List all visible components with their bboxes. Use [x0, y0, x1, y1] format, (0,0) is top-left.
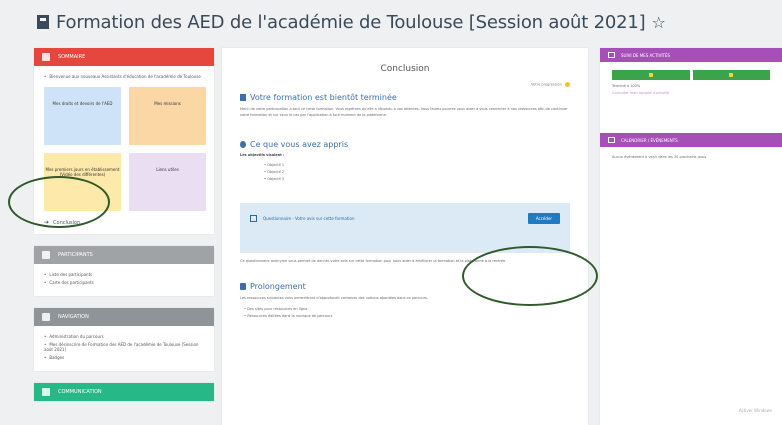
survey-label: Questionnaire - Votre avis sur cette for…	[263, 215, 355, 221]
completion-label: Terminé à 100%	[612, 84, 641, 88]
extension-item[interactable]: Des sites pour ressources en ligne	[244, 307, 570, 311]
participants-header-label: Participants	[58, 252, 93, 258]
calendar-icon	[608, 137, 615, 143]
heading-extension-label: Prolongement	[250, 282, 306, 291]
summary-icon	[42, 53, 50, 61]
left-column: Sommaire Bienvenue aux nouveaux Assistan…	[34, 48, 214, 425]
completion-segment	[692, 70, 770, 80]
extension-icon	[240, 283, 246, 290]
annotation-oval-conclusion	[8, 176, 110, 228]
extension-item[interactable]: Ressources éditées dans la rubrique de p…	[244, 314, 570, 318]
activity-header-label: Suivi de mes activités	[621, 52, 671, 58]
objective-item: Objectif 3	[264, 177, 570, 181]
chat-icon	[42, 388, 50, 396]
page-title: Formation des AED de l'académie de Toulo…	[56, 11, 646, 33]
star-icon[interactable]: ☆	[651, 13, 665, 32]
nav-unenrol-link[interactable]: Mes désinscrire de Formation des AED de …	[44, 342, 206, 352]
participants-icon	[42, 251, 50, 259]
main-content: Conclusion Votre progression Votre forma…	[222, 48, 588, 425]
objectives-label: Les objectifs visaient :	[240, 153, 285, 157]
navigation-block: Navigation Administration du parcours Me…	[34, 308, 214, 371]
progress-label: Votre progression	[531, 82, 562, 87]
checklist-icon	[250, 214, 257, 222]
communication-block: Communication	[34, 383, 214, 401]
intro-paragraph: Merci de votre participation à tout ce c…	[240, 107, 568, 117]
section-title: Conclusion	[380, 64, 430, 74]
tile-missions[interactable]: Mes missions	[129, 87, 206, 145]
navigation-header-label: Navigation	[58, 314, 89, 320]
survey-access-button[interactable]: Accéder	[527, 212, 560, 224]
heading-learned: Ce que vous avez appris	[240, 140, 570, 149]
heading-end: Votre formation est bientôt terminée	[240, 93, 570, 102]
heading-end-label: Votre formation est bientôt terminée	[250, 93, 397, 102]
extension-list: Des sites pour ressources en ligne Resso…	[240, 307, 570, 318]
calendar-header: Calendrier / Événements	[600, 133, 782, 147]
star-badge-icon	[729, 73, 734, 77]
flag-icon	[240, 94, 246, 101]
nav-admin-link[interactable]: Administration du parcours	[44, 334, 206, 339]
tile-droits[interactable]: Mes droits et devoirs de l'AED	[44, 87, 121, 145]
star-badge-icon	[648, 73, 653, 77]
nav-badges-link[interactable]: Badges	[44, 355, 206, 360]
summary-header-label: Sommaire	[58, 54, 86, 60]
activity-report-link[interactable]: Consulter mon rapport d'activité	[612, 91, 770, 95]
communication-header: Communication	[34, 383, 214, 401]
participants-header: Participants	[34, 246, 214, 264]
completion-segment	[612, 70, 690, 80]
summary-header: Sommaire	[34, 48, 214, 66]
progress-dot-icon	[565, 82, 570, 87]
activity-header: Suivi de mes activités	[600, 48, 782, 62]
target-icon	[240, 141, 246, 148]
communication-header-label: Communication	[58, 389, 102, 395]
heading-learned-label: Ce que vous avez appris	[250, 140, 349, 149]
activity-body: Terminé à 100% Consulter mon rapport d'a…	[600, 62, 782, 103]
participants-map-link[interactable]: Carte des participants	[44, 280, 206, 285]
title-bar: Formation des AED de l'académie de Toulo…	[0, 0, 782, 44]
progress-indicator: Votre progression	[240, 82, 570, 87]
calendar-header-label: Calendrier / Événements	[621, 137, 678, 143]
tile-liens-utiles[interactable]: Liens utiles	[129, 153, 206, 211]
objectives-list: Objectif 1 Objectif 2 Objectif 3	[240, 163, 570, 181]
course-icon	[37, 15, 49, 29]
annotation-oval-survey	[462, 246, 598, 306]
navigation-header: Navigation	[34, 308, 214, 326]
completion-bar	[612, 70, 770, 80]
objective-item: Objectif 1	[264, 163, 570, 167]
objective-item: Objectif 2	[264, 170, 570, 174]
activity-icon	[608, 52, 615, 58]
participants-list-link[interactable]: Liste des participants	[44, 272, 206, 277]
summary-intro[interactable]: Bienvenue aux nouveaux Assistants d'éduc…	[44, 74, 206, 79]
right-column: Suivi de mes activités Terminé à 100% Co…	[600, 48, 782, 425]
participants-block: Participants Liste des participants Cart…	[34, 246, 214, 296]
wrench-icon	[42, 313, 50, 321]
survey-link[interactable]: Questionnaire - Votre avis sur cette for…	[250, 214, 355, 222]
calendar-body: Aucun événement à venir dans les 30 proc…	[612, 155, 707, 159]
windows-watermark: Activer Windows	[738, 408, 772, 413]
